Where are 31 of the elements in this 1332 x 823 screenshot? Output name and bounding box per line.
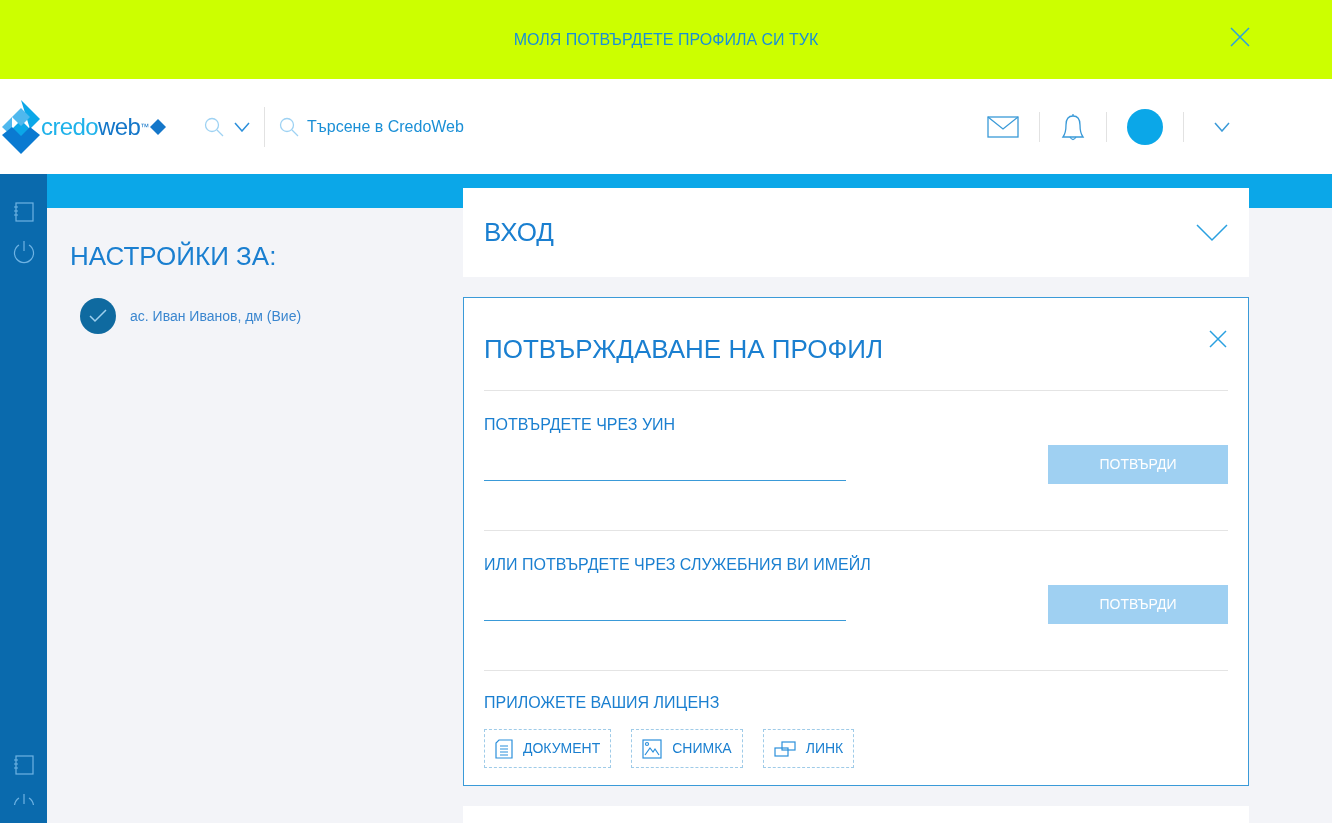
picture-icon	[642, 738, 663, 759]
diamond-icon	[149, 118, 166, 135]
dropdown-caret-icon[interactable]	[1214, 121, 1230, 132]
mail-icon[interactable]	[987, 115, 1019, 138]
login-card[interactable]: ВХОД	[463, 188, 1249, 277]
search-icon[interactable]	[204, 116, 224, 137]
windows-icon	[773, 739, 796, 758]
expand-icon[interactable]	[1196, 223, 1228, 242]
card-title: ПОТВЪРЖДАВАНЕ НА ПРОФИЛ	[484, 333, 883, 366]
notebook-icon[interactable]	[12, 755, 35, 775]
link-button[interactable]: ЛИНК	[762, 729, 855, 768]
dropdown-caret-icon[interactable]	[234, 121, 250, 132]
avatar[interactable]	[1127, 108, 1163, 145]
bell-icon[interactable]	[1060, 112, 1086, 141]
search-icon[interactable]	[279, 116, 299, 137]
close-icon[interactable]	[1209, 330, 1227, 348]
profile-item[interactable]: ас. Иван Иванов, дм (Вие)	[80, 298, 463, 334]
section-label: ПРИЛОЖЕТЕ ВАШИЯ ЛИЦЕНЗ	[484, 693, 721, 713]
verify-link[interactable]: МОЛЯ ПОТВЪРДЕТЕ ПРОФИЛА СИ ТУК	[513, 27, 819, 52]
notebook-icon[interactable]	[12, 202, 35, 222]
logo-text[interactable]: credoweb$^{™}$	[41, 114, 149, 139]
settings-title: НАСТРОЙКИ ЗА:	[70, 240, 278, 273]
photo-button[interactable]: СНИМКА	[631, 729, 743, 768]
section-label: ПОТВЪРДЕТЕ ЧРЕЗ УИН	[484, 415, 677, 435]
document-button[interactable]: ДОКУМЕНТ	[484, 729, 612, 768]
logo-icon[interactable]	[2, 99, 40, 154]
section-label: ИЛИ ПОТВЪРДЕТЕ ЧРЕЗ СЛУЖЕБНИЯ ВИ ИМЕЙЛ	[484, 554, 871, 575]
close-icon[interactable]	[1230, 27, 1250, 47]
document-icon	[495, 738, 513, 759]
search-field[interactable]: Търсене в CredoWeb	[307, 114, 607, 139]
power-icon[interactable]	[11, 240, 36, 264]
